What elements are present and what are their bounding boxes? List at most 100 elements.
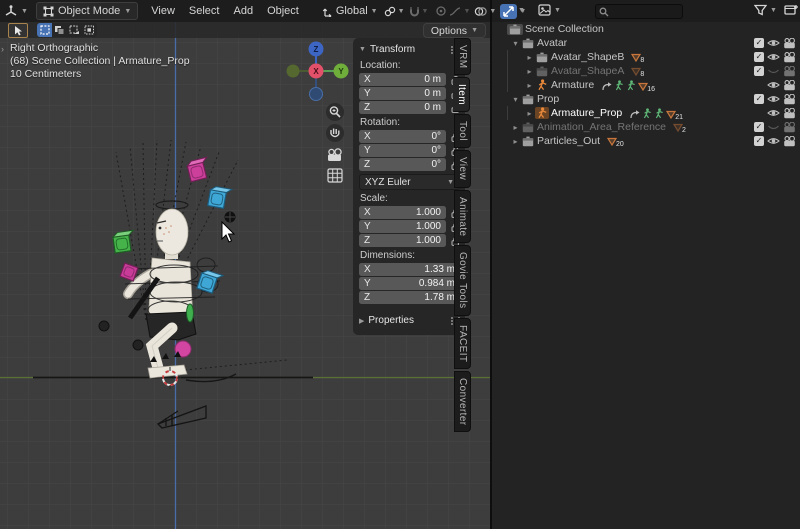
eye-closed-toggle[interactable] — [767, 122, 780, 132]
camera-toggle[interactable] — [783, 52, 796, 63]
show-overlays-button[interactable]: ▼ — [472, 6, 498, 17]
toolbar-toggle-arrow[interactable]: › — [1, 44, 4, 54]
disclosure-open-icon[interactable]: ▾ — [510, 95, 521, 104]
camera-toggle[interactable] — [783, 66, 796, 77]
eye-icon[interactable] — [767, 52, 780, 62]
camera-toggle[interactable] — [783, 80, 796, 91]
properties-panel-header[interactable]: ▶ Properties — [359, 313, 460, 328]
disclosure-closed-icon[interactable]: ▸ — [510, 137, 521, 146]
exclude-checkbox[interactable]: ✓ — [754, 136, 764, 146]
scale-y-field[interactable]: Y1.000 — [359, 220, 446, 233]
camera-render-icon[interactable] — [783, 136, 796, 147]
outliner-item-label[interactable]: Particles_Out — [537, 135, 600, 147]
new-collection-button[interactable] — [784, 3, 799, 20]
eye-toggle[interactable] — [767, 94, 780, 104]
panel-tab-vrm[interactable]: VRM — [454, 38, 471, 75]
outliner-row-particles_out[interactable]: ▸Particles_Out20✓ — [492, 134, 800, 148]
dimensions-x-field[interactable]: X1.33 m — [359, 263, 460, 276]
select-box-new-button[interactable] — [37, 23, 52, 37]
eye-toggle[interactable] — [767, 108, 780, 118]
zoom-button[interactable] — [326, 103, 344, 121]
proportional-editing-toggle[interactable]: ▼ — [433, 5, 472, 17]
outliner-item-label[interactable]: Armature — [551, 79, 594, 91]
exclude-checkbox[interactable]: ✓ — [754, 52, 764, 62]
select-subtract-button[interactable] — [67, 23, 82, 37]
active-tool-tweak-button[interactable] — [8, 23, 28, 38]
rotation-y-field[interactable]: Y0° — [359, 144, 446, 157]
exclude-checkbox[interactable]: ✓ — [754, 122, 764, 132]
rotation-z-field[interactable]: Z0° — [359, 158, 446, 171]
select-intersect-button[interactable] — [82, 23, 97, 37]
show-gizmo-toggle[interactable]: ▼ — [498, 4, 528, 19]
location-z-field[interactable]: Z0 m — [359, 101, 446, 114]
select-extend-button[interactable] — [52, 23, 67, 37]
search-input[interactable] — [609, 5, 673, 18]
eye-closed-toggle[interactable] — [767, 66, 780, 76]
outliner-row-armature[interactable]: ▸Armature16 — [492, 78, 800, 92]
camera-render-icon[interactable] — [783, 94, 796, 105]
camera-toggle[interactable] — [783, 38, 796, 49]
eye-toggle[interactable] — [767, 80, 780, 90]
exclude-checkbox[interactable]: ✓ — [754, 38, 764, 48]
outliner-row-avatar_shapea[interactable]: ▸Avatar_ShapeA8✓ — [492, 64, 800, 78]
disclosure-closed-icon[interactable]: ▸ — [524, 81, 535, 90]
outliner-row-avatar[interactable]: ▾Avatar✓ — [492, 36, 800, 50]
transform-orientation-button[interactable]: Global ▼ — [318, 5, 382, 17]
dimensions-z-field[interactable]: Z1.78 m — [359, 291, 460, 304]
camera-toggle[interactable] — [783, 136, 796, 147]
eye-icon[interactable] — [767, 108, 780, 118]
camera-toggle[interactable] — [783, 94, 796, 105]
disclosure-closed-icon[interactable]: ▸ — [524, 53, 535, 62]
panel-tab-tool[interactable]: Tool — [454, 114, 471, 148]
outliner-item-label[interactable]: Avatar_ShapeA — [551, 65, 624, 77]
editor-type-button[interactable]: ▼ — [0, 5, 32, 17]
dimensions-y-field[interactable]: Y0.984 m — [359, 277, 460, 290]
camera-render-icon[interactable] — [783, 52, 796, 63]
location-y-field[interactable]: Y0 m — [359, 87, 446, 100]
exclude-checkbox[interactable]: ✓ — [754, 94, 764, 104]
disclosure-closed-icon[interactable]: ▸ — [524, 109, 535, 118]
scale-z-field[interactable]: Z1.000 — [359, 234, 446, 247]
outliner-item-label[interactable]: Scene Collection — [525, 23, 604, 35]
menu-object[interactable]: Object — [260, 5, 306, 17]
menu-select[interactable]: Select — [182, 5, 227, 17]
panel-tab-view[interactable]: View — [454, 150, 471, 187]
options-button[interactable]: Options ▼ — [423, 23, 486, 38]
eye-icon[interactable] — [767, 136, 780, 146]
panel-tab-item[interactable]: Item — [453, 77, 470, 112]
camera-render-icon[interactable] — [783, 108, 796, 119]
outliner-item-label[interactable]: Armature_Prop — [551, 107, 622, 119]
location-x-field[interactable]: X0 m — [359, 73, 446, 86]
camera-render-icon[interactable] — [783, 80, 796, 91]
camera-render-icon[interactable] — [783, 122, 796, 133]
camera-render-icon[interactable] — [783, 38, 796, 49]
outliner-row-armature_prop[interactable]: ▸Armature_Prop21 — [492, 106, 800, 120]
eye-closed-icon[interactable] — [767, 66, 780, 76]
outliner-search-box[interactable] — [595, 4, 683, 19]
disclosure-open-icon[interactable]: ▾ — [510, 39, 521, 48]
eye-toggle[interactable] — [767, 136, 780, 146]
eye-closed-icon[interactable] — [767, 122, 780, 132]
snap-target-button[interactable]: ▼ — [382, 6, 407, 17]
mode-select-button[interactable]: Object Mode ▼ — [36, 2, 138, 20]
disclosure-closed-icon[interactable]: ▸ — [524, 67, 535, 76]
camera-render-icon[interactable] — [783, 66, 796, 77]
panel-tab-converter[interactable]: Converter — [454, 371, 471, 433]
camera-toggle[interactable] — [783, 122, 796, 133]
rotation-mode-dropdown[interactable]: XYZ Euler▼ — [359, 174, 460, 190]
menu-add[interactable]: Add — [226, 5, 260, 17]
exclude-checkbox[interactable]: ✓ — [754, 66, 764, 76]
menu-view[interactable]: View — [144, 5, 182, 17]
outliner-display-mode-button[interactable]: ▼ — [534, 4, 565, 16]
scale-x-field[interactable]: X1.000 — [359, 206, 446, 219]
gizmo-neg-y-ball[interactable] — [287, 65, 300, 78]
panel-tab-animate[interactable]: Animate — [454, 190, 471, 244]
snap-magnet-toggle[interactable]: ▼ — [407, 6, 431, 17]
eye-icon[interactable] — [767, 80, 780, 90]
pan-hand-button[interactable] — [326, 124, 344, 142]
outliner-row-scene collection[interactable]: Scene Collection — [492, 22, 800, 36]
panel-tab-govie-tools[interactable]: Govie Tools — [454, 245, 471, 315]
rotation-x-field[interactable]: X0° — [359, 130, 446, 143]
outliner-item-label[interactable]: Animation_Area_Reference — [537, 121, 666, 133]
outliner-item-label[interactable]: Prop — [537, 93, 559, 105]
